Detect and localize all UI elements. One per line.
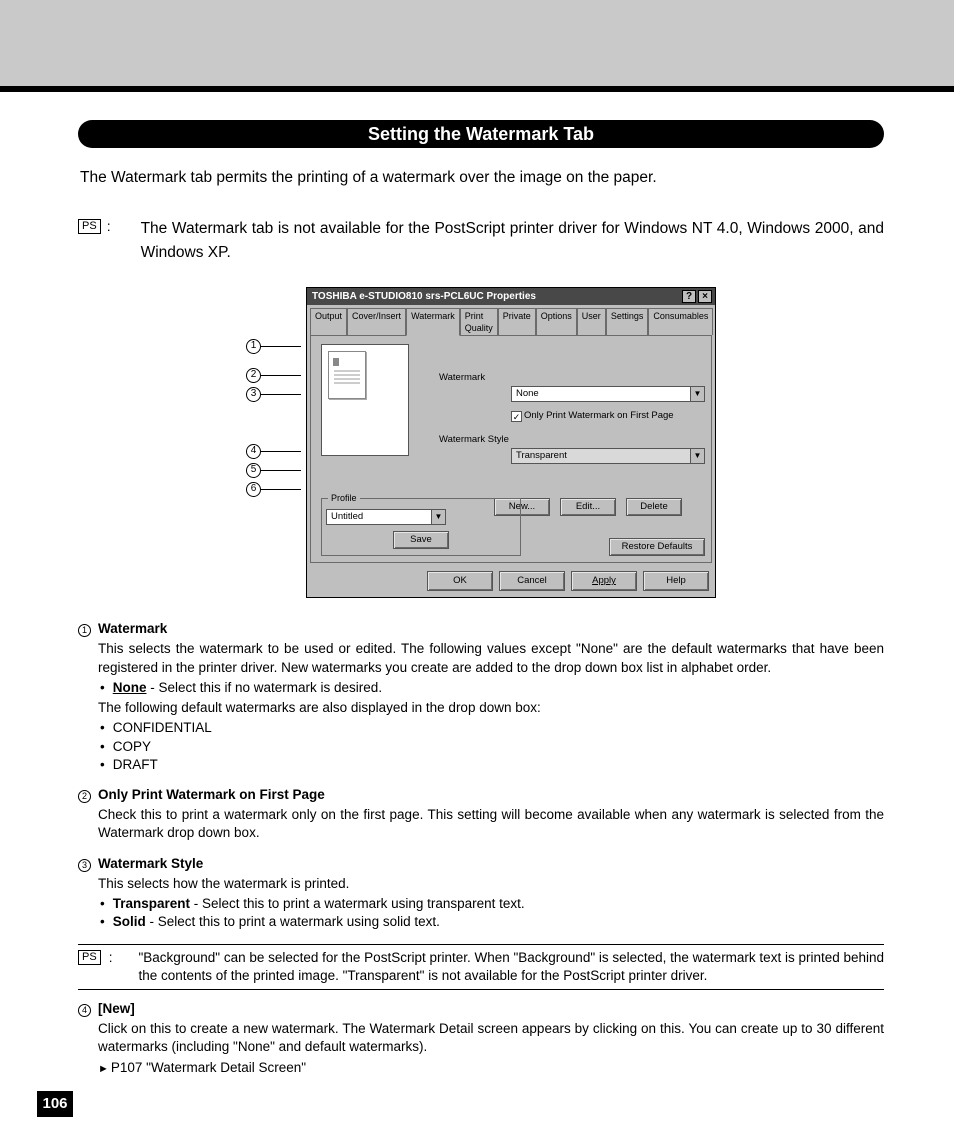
desc-1-opt-copy: COPY xyxy=(98,738,884,756)
profile-group: Profile Untitled ▼ Save xyxy=(321,498,521,556)
screenshot-figure: 1 2 3 4 5 6 TOSHIBA e-STUDIO810 srs-PCL6… xyxy=(78,287,884,598)
ok-button[interactable]: OK xyxy=(427,571,493,591)
page-number: 106 xyxy=(37,1091,73,1117)
desc-3-text: This selects how the watermark is printe… xyxy=(98,875,884,893)
callout-6: 6 xyxy=(246,482,261,497)
desc-num-2: 2 xyxy=(78,790,91,803)
only-first-page-checkbox[interactable]: ✓ xyxy=(511,411,522,422)
desc-1-opt-draft: DRAFT xyxy=(98,756,884,774)
cancel-button[interactable]: Cancel xyxy=(499,571,565,591)
intro-text: The Watermark tab permits the printing o… xyxy=(80,168,884,189)
ps-note-text: The Watermark tab is not available for t… xyxy=(117,217,884,265)
profile-select[interactable]: Untitled ▼ xyxy=(326,509,446,525)
reference-arrow-icon xyxy=(98,1060,111,1075)
printer-properties-dialog: TOSHIBA e-STUDIO810 srs-PCL6UC Propertie… xyxy=(306,287,716,598)
dialog-title: TOSHIBA e-STUDIO810 srs-PCL6UC Propertie… xyxy=(312,290,536,304)
desc-num-4: 4 xyxy=(78,1004,91,1017)
tab-watermark[interactable]: Watermark xyxy=(406,308,460,336)
ps-note-top: PS : The Watermark tab is not available … xyxy=(78,217,884,265)
tab-cover-insert[interactable]: Cover/Insert xyxy=(347,308,406,335)
ps-note-mid: PS : "Background" can be selected for th… xyxy=(78,944,884,990)
desc-3-solid: Solid xyxy=(113,914,146,929)
header-banner xyxy=(0,0,954,92)
callout-5: 5 xyxy=(246,463,261,478)
desc-4-text: Click on this to create a new watermark.… xyxy=(98,1020,884,1056)
page-preview xyxy=(321,344,409,456)
profile-legend: Profile xyxy=(328,492,360,504)
save-button[interactable]: Save xyxy=(393,531,449,549)
desc-num-3: 3 xyxy=(78,859,91,872)
only-first-page-label: Only Print Watermark on First Page xyxy=(524,410,674,423)
chevron-down-icon: ▼ xyxy=(690,449,704,463)
watermark-style-label: Watermark Style xyxy=(439,434,549,447)
desc-4-ref: P107 "Watermark Detail Screen" xyxy=(111,1060,306,1075)
desc-4-title: [New] xyxy=(98,1000,884,1018)
tab-consumables[interactable]: Consumables xyxy=(648,308,713,335)
chevron-down-icon: ▼ xyxy=(431,510,445,524)
tab-print-quality[interactable]: Print Quality xyxy=(460,308,498,335)
watermark-select[interactable]: None ▼ xyxy=(511,386,705,402)
tab-options[interactable]: Options xyxy=(536,308,577,335)
watermark-label: Watermark xyxy=(439,372,549,385)
close-icon[interactable]: × xyxy=(698,290,712,303)
callout-4: 4 xyxy=(246,444,261,459)
ps-badge: PS xyxy=(78,950,101,965)
section-title: Setting the Watermark Tab xyxy=(78,120,884,148)
tab-output[interactable]: Output xyxy=(310,308,347,335)
callout-3: 3 xyxy=(246,387,261,402)
desc-3-transparent: Transparent xyxy=(113,896,190,911)
tab-settings[interactable]: Settings xyxy=(606,308,649,335)
chevron-down-icon: ▼ xyxy=(690,387,704,401)
desc-3-title: Watermark Style xyxy=(98,855,884,873)
desc-1-title: Watermark xyxy=(98,620,884,638)
watermark-style-select[interactable]: Transparent ▼ xyxy=(511,448,705,464)
help-button[interactable]: Help xyxy=(643,571,709,591)
tab-private[interactable]: Private xyxy=(498,308,536,335)
ps-badge: PS xyxy=(78,219,101,234)
callout-1: 1 xyxy=(246,339,261,354)
apply-button[interactable]: Apply xyxy=(571,571,637,591)
desc-1-text2: The following default watermarks are als… xyxy=(98,699,884,717)
ps-note-mid-text: "Background" can be selected for the Pos… xyxy=(120,949,884,985)
callout-2: 2 xyxy=(246,368,261,383)
desc-1-text: This selects the watermark to be used or… xyxy=(98,640,884,676)
desc-1-none: None xyxy=(113,680,147,695)
tab-user[interactable]: User xyxy=(577,308,606,335)
desc-num-1: 1 xyxy=(78,624,91,637)
restore-defaults-button[interactable]: Restore Defaults xyxy=(609,538,705,556)
tab-strip: Output Cover/Insert Watermark Print Qual… xyxy=(307,305,715,335)
help-icon[interactable]: ? xyxy=(682,290,696,303)
desc-1-opt-confidential: CONFIDENTIAL xyxy=(98,719,884,737)
desc-2-text: Check this to print a watermark only on … xyxy=(98,806,884,842)
desc-2-title: Only Print Watermark on First Page xyxy=(98,786,884,804)
